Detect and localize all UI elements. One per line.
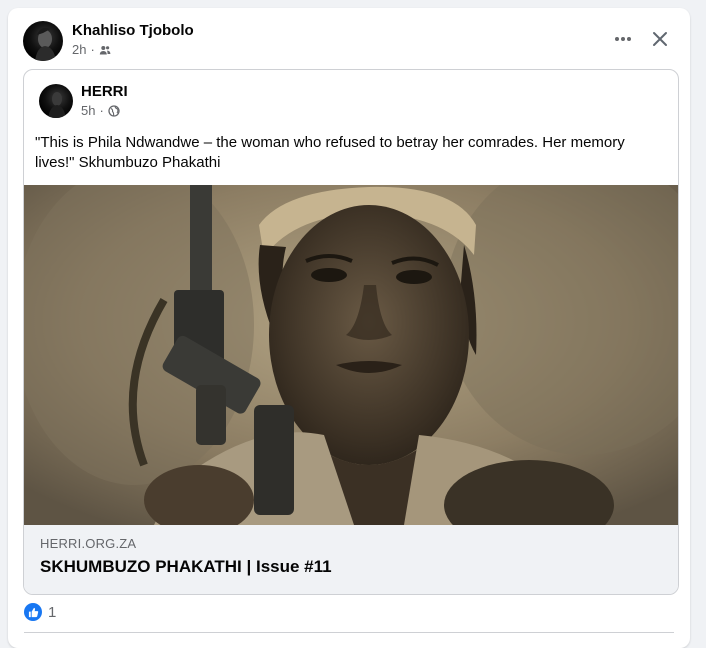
photo-illustration	[24, 185, 678, 525]
post-time[interactable]: 2h	[72, 42, 86, 57]
post-photo[interactable]: i	[24, 185, 678, 525]
more-horizontal-icon	[615, 37, 631, 41]
link-title[interactable]: SKHUMBUZO PHAKATHI | Issue #11	[40, 557, 332, 577]
more-options-button[interactable]	[610, 26, 636, 52]
shared-post-time[interactable]: 5h	[81, 103, 95, 118]
author-avatar[interactable]	[23, 21, 63, 61]
reactions-summary[interactable]: 1	[24, 603, 56, 621]
link-preview[interactable]: HERRI.ORG.ZA SKHUMBUZO PHAKATHI | Issue …	[24, 525, 678, 594]
shared-post: HERRI 5h · "This is Phila Ndwandwe – the…	[23, 69, 679, 595]
like-icon	[24, 603, 42, 621]
shared-author-name[interactable]: HERRI	[81, 83, 128, 100]
friends-icon	[99, 44, 111, 56]
reaction-count: 1	[48, 603, 57, 621]
close-post-button[interactable]	[647, 26, 673, 52]
meta-separator: ·	[90, 42, 95, 57]
shared-author-avatar[interactable]	[39, 84, 73, 118]
divider	[24, 632, 674, 633]
close-icon	[653, 32, 667, 46]
post-card: Khahliso Tjobolo 2h · HERRI 5h · "This i…	[8, 8, 690, 648]
meta-separator: ·	[99, 103, 104, 118]
post-text: "This is Phila Ndwandwe – the woman who …	[35, 134, 625, 171]
globe-icon	[108, 104, 120, 117]
author-name[interactable]: Khahliso Tjobolo	[72, 22, 194, 39]
link-domain: HERRI.ORG.ZA	[40, 536, 137, 551]
post-meta: 2h ·	[72, 42, 111, 57]
shared-post-meta: 5h ·	[81, 103, 120, 118]
